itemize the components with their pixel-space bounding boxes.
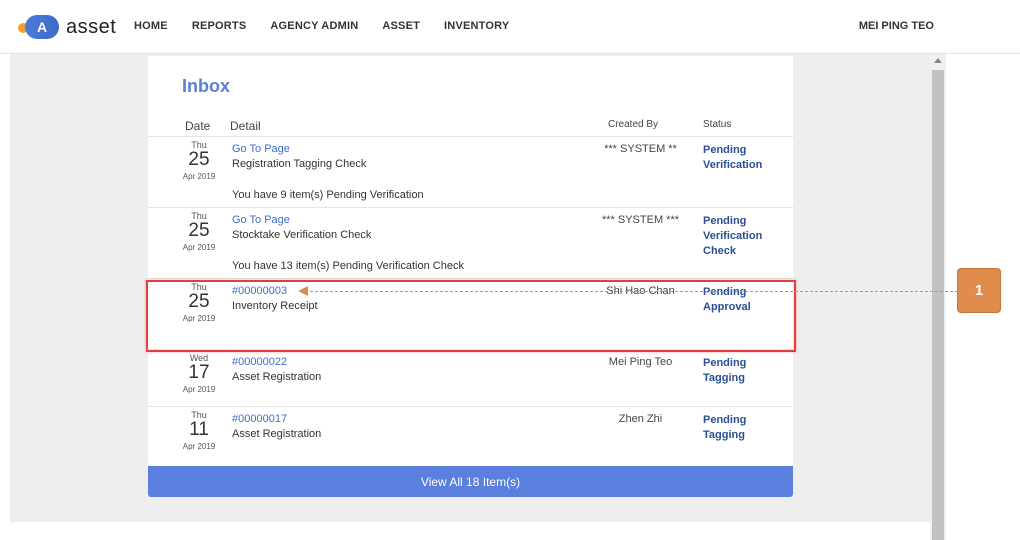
inbox-row: Thu 25 Apr 2019 Go To Page Registration … xyxy=(148,137,793,208)
row-link[interactable]: #00000017 xyxy=(232,413,287,425)
row-status: Pending Tagging xyxy=(703,414,747,441)
column-header-date: Date xyxy=(185,119,211,133)
top-navbar: A asset HOME REPORTS AGENCY ADMIN ASSET … xyxy=(0,0,1020,54)
row-title: Inventory Receipt xyxy=(232,300,318,312)
callout-number-badge: 1 xyxy=(957,268,1001,313)
nav-reports[interactable]: REPORTS xyxy=(192,20,247,32)
row-status: Pending Verification xyxy=(703,144,763,171)
app-logo[interactable]: A asset xyxy=(18,14,116,40)
inbox-card: Inbox Date Detail Created By Status Thu … xyxy=(148,56,793,497)
row-created-by: *** SYSTEM ** xyxy=(604,143,677,155)
inbox-title: Inbox xyxy=(182,76,230,96)
row-title: Registration Tagging Check xyxy=(232,158,367,170)
inbox-row: Thu 11 Apr 2019 #00000017 Asset Registra… xyxy=(148,407,793,466)
row-created-by: *** SYSTEM *** xyxy=(601,214,680,226)
row-created-by: Zhen Zhi xyxy=(618,413,663,425)
row-note: You have 13 item(s) Pending Verification… xyxy=(232,260,464,272)
column-header-created-by: Created By xyxy=(608,119,659,130)
nav-asset[interactable]: ASSET xyxy=(382,20,420,32)
row-day-number: 25 xyxy=(188,220,210,241)
callout-dashed-line xyxy=(310,291,958,292)
row-link[interactable]: Go To Page xyxy=(232,214,290,226)
row-day-number: 25 xyxy=(188,149,210,170)
logo-text: asset xyxy=(66,15,117,38)
scroll-up-arrow-icon[interactable] xyxy=(934,58,942,63)
row-title: Asset Registration xyxy=(232,371,322,383)
row-status: Pending Tagging xyxy=(703,357,747,384)
logo-badge: A xyxy=(25,15,59,39)
row-title: Asset Registration xyxy=(232,428,322,440)
logo-mark: A xyxy=(18,15,60,39)
row-note: You have 9 item(s) Pending Verification xyxy=(232,189,424,201)
row-title: Stocktake Verification Check xyxy=(232,229,372,241)
row-status: Pending Verification Check xyxy=(703,215,763,257)
nav-home[interactable]: HOME xyxy=(134,20,168,32)
row-day-number: 17 xyxy=(188,362,210,383)
inbox-row: Wed 17 Apr 2019 #00000022 Asset Registra… xyxy=(148,350,793,407)
row-link[interactable]: Go To Page xyxy=(232,143,290,155)
row-month-year: Apr 2019 xyxy=(182,442,216,451)
inbox-row: Thu 25 Apr 2019 Go To Page Stocktake Ver… xyxy=(148,208,793,279)
row-month-year: Apr 2019 xyxy=(182,243,216,252)
row-link[interactable]: #00000003 xyxy=(232,285,287,297)
row-day-number: 11 xyxy=(189,419,209,440)
scroll-thumb[interactable] xyxy=(932,70,944,540)
row-created-by: Mei Ping Teo xyxy=(608,356,673,368)
vertical-scrollbar[interactable] xyxy=(930,54,946,540)
view-all-button[interactable]: View All 18 Item(s) xyxy=(148,466,793,497)
main-nav: HOME REPORTS AGENCY ADMIN ASSET INVENTOR… xyxy=(134,20,533,32)
user-menu[interactable]: MEI PING TEO xyxy=(859,20,934,32)
nav-inventory[interactable]: INVENTORY xyxy=(444,20,509,32)
column-header-status: Status xyxy=(703,119,732,130)
row-status: Pending Approval xyxy=(703,286,751,313)
callout-arrow-icon xyxy=(298,286,308,296)
page-footer-strip xyxy=(10,522,930,540)
inbox-row: Thu 25 Apr 2019 #00000003 Inventory Rece… xyxy=(148,279,793,350)
row-link[interactable]: #00000022 xyxy=(232,356,287,368)
nav-agency-admin[interactable]: AGENCY ADMIN xyxy=(270,20,358,32)
row-month-year: Apr 2019 xyxy=(182,314,216,323)
column-header-detail: Detail xyxy=(230,119,261,133)
row-month-year: Apr 2019 xyxy=(182,385,216,394)
row-month-year: Apr 2019 xyxy=(182,172,216,181)
row-day-number: 25 xyxy=(188,291,210,312)
